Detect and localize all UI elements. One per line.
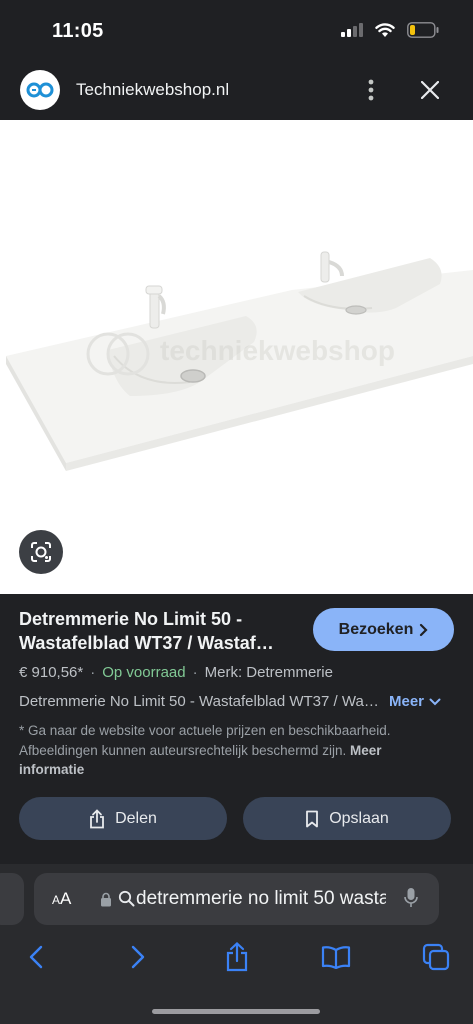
disclaimer-body: * Ga naar de website voor actuele prijze… [19, 723, 391, 758]
url-text[interactable]: detremmerie no limit 50 wastafelblad [136, 888, 386, 910]
aa-small: A [52, 893, 61, 907]
disclaimer-text: * Ga naar de website voor actuele prijze… [19, 721, 419, 780]
reader-options-button[interactable]: AA [52, 889, 71, 909]
visit-button-label: Bezoeken [338, 620, 414, 638]
product-info-panel: Detremmerie No Limit 50 - Wastafelblad W… [0, 594, 473, 864]
forward-icon [131, 945, 145, 969]
product-description: Detremmerie No Limit 50 - Wastafelblad W… [19, 693, 381, 710]
address-bar[interactable]: AA detremmerie no limit 50 wastafelblad [34, 873, 439, 925]
more-vert-icon [368, 79, 374, 101]
mic-icon[interactable] [404, 887, 418, 909]
lock-icon [101, 892, 111, 907]
product-title-line1: Detremmerie No Limit 50 - [19, 609, 243, 629]
result-header: Techniekwebshop.nl [0, 62, 473, 120]
browser-toolbar: AA detremmerie no limit 50 wastafelblad [0, 864, 473, 1024]
battery-icon [407, 22, 439, 38]
tabs-button[interactable] [420, 941, 452, 973]
signal-icon [341, 23, 363, 37]
search-icon [118, 890, 135, 907]
product-meta: € 910,56* · Op voorraad · Merk: Detremmerie [19, 664, 333, 681]
site-logo-icon [26, 82, 54, 98]
site-favicon[interactable] [20, 70, 60, 110]
chevron-right-icon [420, 623, 428, 636]
more-button[interactable]: Meer [389, 693, 441, 710]
share-sheet-icon [226, 942, 248, 972]
wifi-icon [375, 22, 395, 37]
close-icon [421, 81, 439, 99]
watermark-text: techniekwebshop [160, 335, 395, 366]
more-options-button[interactable] [360, 76, 382, 104]
lens-icon [31, 542, 51, 562]
bookmarks-icon [321, 946, 351, 969]
chevron-down-icon [429, 698, 441, 705]
save-button-label: Opslaan [329, 809, 389, 827]
bookmark-icon [306, 810, 319, 827]
back-button[interactable] [22, 941, 50, 973]
bookmarks-button[interactable] [320, 941, 352, 973]
product-price: € 910,56* [19, 664, 84, 681]
site-name[interactable]: Techniekwebshop.nl [76, 80, 229, 100]
share-button[interactable]: Delen [19, 797, 227, 840]
share-icon [90, 808, 104, 828]
status-bar: 11:05 [0, 0, 473, 62]
back-icon [29, 945, 43, 969]
product-image[interactable]: techniekwebshop [0, 120, 473, 594]
tabs-icon [422, 943, 450, 971]
close-button[interactable] [416, 76, 444, 104]
share-sheet-button[interactable] [222, 941, 252, 973]
aa-large: A [60, 889, 72, 908]
stock-status: Op voorraad [102, 664, 186, 681]
product-title[interactable]: Detremmerie No Limit 50 - Wastafelblad W… [19, 607, 299, 655]
lens-search-button[interactable] [19, 530, 63, 574]
more-button-label: Meer [389, 693, 425, 710]
home-indicator [152, 1009, 320, 1014]
forward-button[interactable] [124, 941, 152, 973]
status-time: 11:05 [52, 20, 104, 42]
previous-tab-preview[interactable] [0, 873, 24, 925]
share-button-label: Delen [115, 809, 157, 827]
product-title-line2: Wastafelblad WT37 / Wastaf… [19, 633, 274, 653]
visit-button[interactable]: Bezoeken [313, 608, 454, 651]
product-brand: Merk: Detremmerie [204, 664, 333, 681]
save-button[interactable]: Opslaan [243, 797, 451, 840]
